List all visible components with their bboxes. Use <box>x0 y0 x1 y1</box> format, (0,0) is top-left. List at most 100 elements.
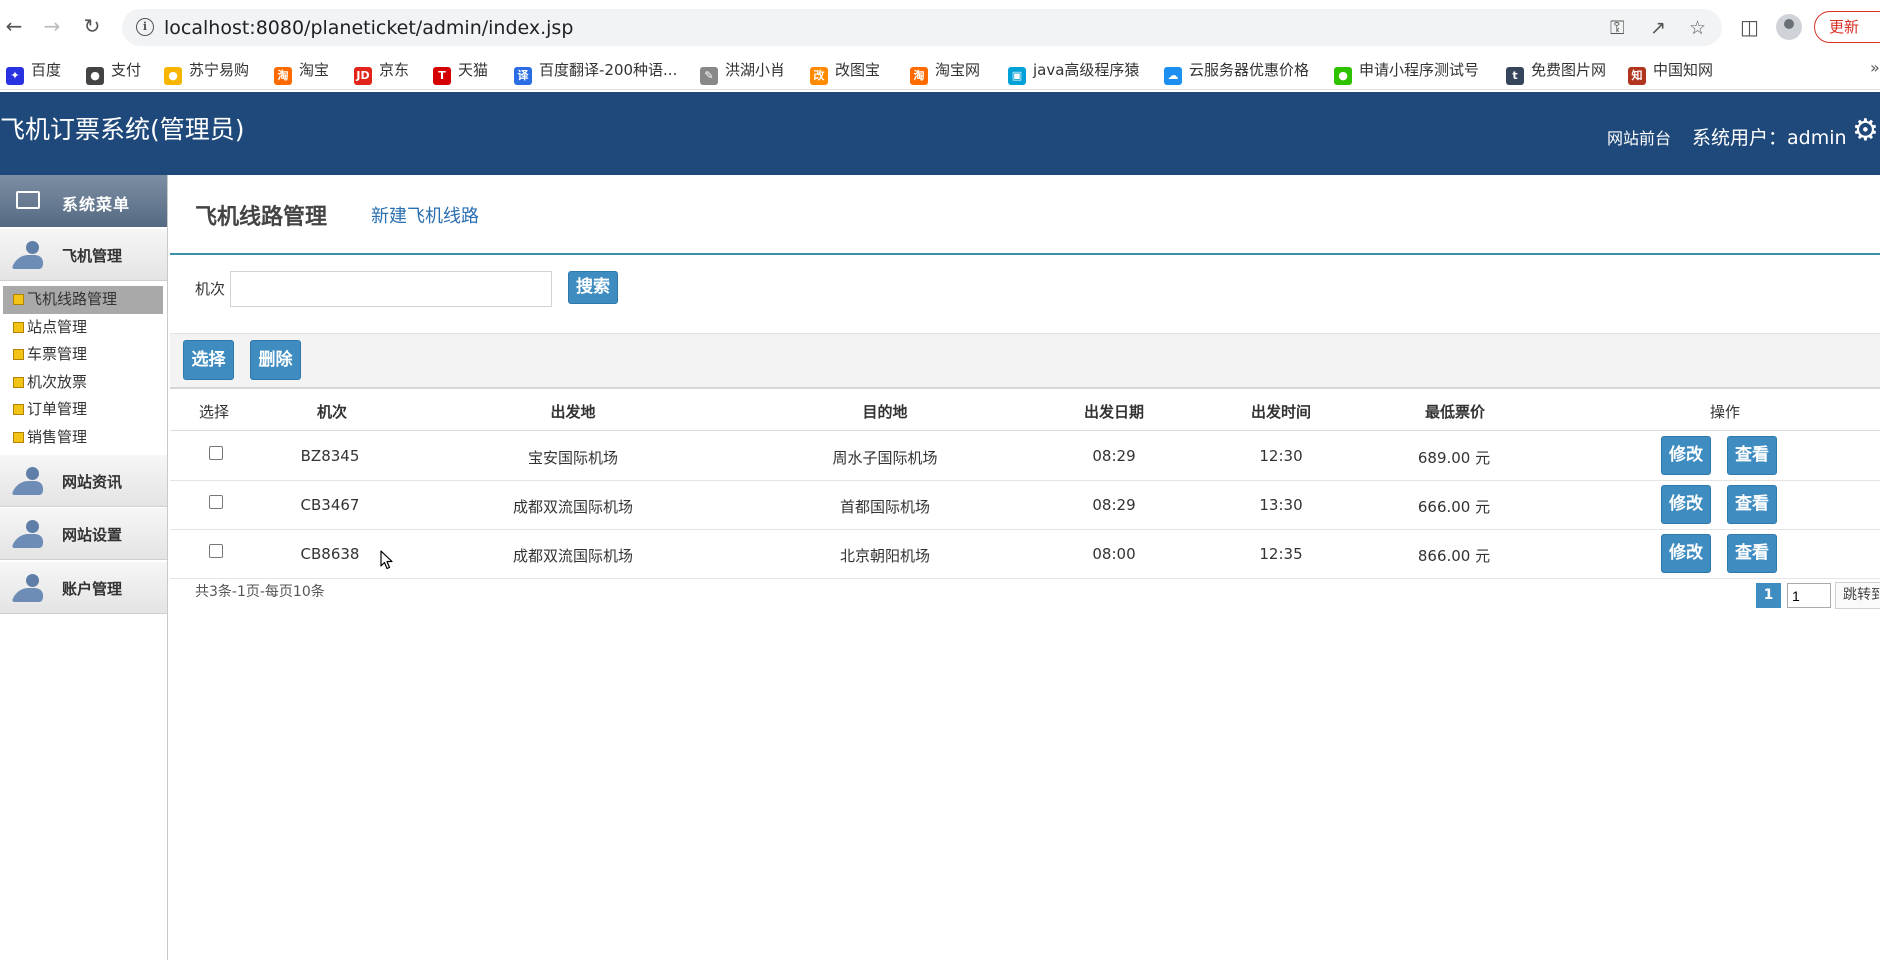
address-bar[interactable]: i localhost:8080/planeticket/admin/index… <box>122 9 1722 46</box>
delete-button[interactable]: 删除 <box>250 340 301 380</box>
sidebar-item-station-management[interactable]: 站点管理 <box>0 314 167 342</box>
departure-date: 08:00 <box>1092 545 1136 563</box>
profile-avatar[interactable] <box>1776 14 1802 40</box>
gear-icon[interactable]: ⚙ <box>1852 116 1879 146</box>
flight-search-input[interactable] <box>230 271 552 307</box>
flight-number: CB8638 <box>300 545 360 563</box>
new-route-link[interactable]: 新建飞机线路 <box>371 202 479 228</box>
bookmark-item[interactable]: 淘淘宝 <box>274 58 329 85</box>
lowest-price: 866.00 元 <box>1417 547 1491 565</box>
view-button[interactable]: 查看 <box>1727 485 1777 524</box>
row-checkbox[interactable] <box>209 495 223 509</box>
url-text[interactable]: localhost:8080/planeticket/admin/index.j… <box>164 17 573 39</box>
departure-time: 12:30 <box>1259 447 1303 465</box>
globe-icon: ● <box>86 67 104 85</box>
departure-date: 08:29 <box>1092 447 1136 465</box>
sidebar-menu-header: 系统菜单 <box>0 175 167 227</box>
column-header: 出发地 <box>550 403 596 421</box>
star-icon[interactable]: ☆ <box>1689 17 1706 39</box>
edit-button[interactable]: 修改 <box>1661 436 1711 475</box>
tmall-icon: T <box>433 67 451 85</box>
search-button[interactable]: 搜索 <box>568 271 618 304</box>
page-number-input[interactable] <box>1787 583 1831 608</box>
lowest-price: 689.00 元 <box>1417 449 1491 467</box>
fish-icon: ✎ <box>700 67 718 85</box>
destination-airport: 首都国际机场 <box>839 498 931 516</box>
reload-icon[interactable]: ↻ <box>80 14 104 38</box>
side-panel-icon[interactable]: ◫ <box>1740 15 1759 39</box>
sidebar-section-settings[interactable]: 网站设置 <box>0 508 167 560</box>
site-info-icon[interactable]: i <box>136 18 154 36</box>
forward-arrow-icon[interactable]: → <box>40 14 64 38</box>
edit-button[interactable]: 修改 <box>1661 485 1711 524</box>
bookmark-item[interactable]: JD 京东 <box>354 58 410 85</box>
column-header: 目的地 <box>862 403 908 421</box>
sidebar-item-label: 机次放票 <box>27 372 88 391</box>
bookmark-item[interactable]: t 免费图片网 <box>1506 58 1606 85</box>
bookmark-item[interactable]: ● 申请小程序测试号 <box>1334 58 1479 85</box>
bookmark-item[interactable]: ✎ 洪湖小肖 <box>700 58 785 85</box>
bookmark-item[interactable]: 淘淘宝网 <box>910 58 981 85</box>
sidebar-item-label: 站点管理 <box>27 317 88 336</box>
update-button[interactable]: 更新 <box>1814 11 1880 43</box>
bookmark-label: 天猫 <box>458 61 489 79</box>
view-button[interactable]: 查看 <box>1727 436 1777 475</box>
edit-button[interactable]: 修改 <box>1661 534 1711 573</box>
title-divider <box>170 253 1880 255</box>
sidebar-menu-title: 系统菜单 <box>62 195 131 214</box>
jd-icon: JD <box>354 67 372 85</box>
jump-to-page-button[interactable]: 跳转到 <box>1835 582 1880 609</box>
cnki-icon: 知 <box>1628 67 1646 85</box>
sidebar-item-sales-management[interactable]: 销售管理 <box>0 424 167 452</box>
main-content: 飞机线路管理 新建飞机线路 机次 搜索 选择 删除 选择 机次 出发地 目的地 … <box>170 175 1880 960</box>
bookmark-item[interactable]: ☁ 云服务器优惠价格 <box>1164 58 1309 85</box>
current-user-label: 系统用户：admin <box>1692 127 1847 149</box>
departure-date: 08:29 <box>1092 496 1136 514</box>
row-checkbox[interactable] <box>209 446 223 460</box>
sidebar-item-route-management[interactable]: 飞机线路管理 <box>3 286 163 314</box>
bilibili-icon: ▣ <box>1008 67 1026 85</box>
table-row: CB8638 成都双流国际机场 北京朝阳机场 08:00 12:35 866.0… <box>170 530 1880 579</box>
bookmark-item[interactable]: 知中国知网 <box>1628 58 1713 85</box>
sidebar-item-order-management[interactable]: 订单管理 <box>0 396 167 424</box>
lowest-price: 666.00 元 <box>1417 498 1491 516</box>
bookmark-label: 苏宁易购 <box>189 61 250 79</box>
select-button[interactable]: 选择 <box>183 340 234 380</box>
destination-airport: 周水子国际机场 <box>832 449 938 467</box>
gaitubao-icon: 改 <box>810 67 828 85</box>
sidebar-section-plane[interactable]: 飞机管理 <box>0 229 167 281</box>
browser-toolbar: ← → ↻ i localhost:8080/planeticket/admin… <box>0 0 1880 54</box>
sidebar-item-label: 销售管理 <box>27 427 88 446</box>
bookmark-item[interactable]: ▣ java高级程序猿 <box>1008 58 1140 85</box>
sidebar-item-label: 车票管理 <box>27 345 88 363</box>
bookmark-item[interactable]: 改改图宝 <box>810 58 880 85</box>
table-header: 选择 机次 出发地 目的地 出发日期 出发时间 最低票价 操作 <box>170 390 1880 431</box>
more-bookmarks-icon[interactable]: » <box>1870 58 1880 77</box>
bullet-square-icon <box>13 294 24 305</box>
app-title: 飞机订票系统(管理员) <box>0 115 245 144</box>
share-icon[interactable]: ↗ <box>1650 17 1666 39</box>
bookmark-item[interactable]: ● 支付 <box>86 58 141 85</box>
bookmark-item[interactable]: 译百度翻译-200种语... <box>514 58 677 85</box>
key-icon[interactable]: ⚿ <box>1610 17 1624 39</box>
bookmark-label: java高级程序猿 <box>1033 61 1140 79</box>
front-site-link[interactable]: 网站前台 <box>1607 125 1671 149</box>
bookmark-item[interactable]: ✦ 百度 <box>6 58 61 85</box>
row-checkbox[interactable] <box>209 544 223 558</box>
view-button[interactable]: 查看 <box>1727 534 1777 573</box>
current-page-button[interactable]: 1 <box>1756 583 1781 608</box>
sidebar-sub-list: 飞机线路管理 站点管理 车票管理 机次放票 订单管理 销售管理 <box>0 286 167 451</box>
sidebar-section-account[interactable]: 账户管理 <box>0 562 167 614</box>
column-header: 机次 <box>316 403 348 421</box>
sidebar-section-news[interactable]: 网站资讯 <box>0 455 167 507</box>
bookmark-item[interactable]: ● 苏宁易购 <box>164 58 250 85</box>
bookmark-label: 淘宝网 <box>935 61 981 79</box>
bookmark-item[interactable]: T 天猫 <box>433 58 489 85</box>
back-arrow-icon[interactable]: ← <box>2 14 26 38</box>
sidebar-item-ticket-management[interactable]: 车票管理 <box>0 341 167 369</box>
bookmark-label: 京东 <box>379 61 410 79</box>
sidebar-item-ticket-release[interactable]: 机次放票 <box>0 369 167 397</box>
user-icon <box>12 241 48 271</box>
admin-header: 飞机订票系统(管理员) 网站前台 系统用户：admin ⚙ <box>0 92 1880 175</box>
user-icon <box>12 467 48 497</box>
